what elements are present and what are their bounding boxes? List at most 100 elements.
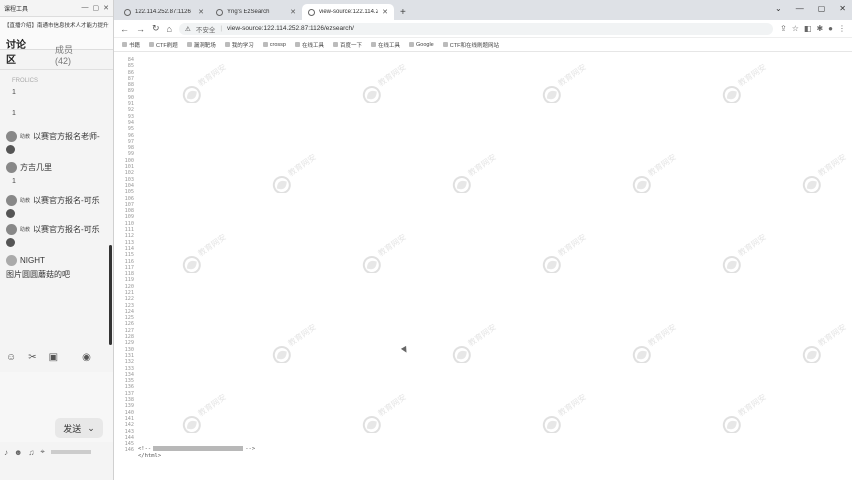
watermark-text: 教育网安: [556, 63, 588, 88]
close-tab-icon[interactable]: ✕: [290, 8, 296, 16]
watermark-text: 教育网安: [736, 63, 768, 88]
folder-icon: [186, 42, 192, 47]
avatar[interactable]: [6, 195, 17, 206]
mic-icon[interactable]: ♪: [4, 448, 8, 457]
url-text: view-source:122.114.252.87:1126/ezsearch…: [227, 25, 354, 32]
watermark-text: 教育网安: [376, 233, 408, 258]
location-icon[interactable]: ⌖: [40, 447, 45, 457]
extension-icons: ⇪ ☆ ◧ ✱ ● ⋮: [780, 24, 846, 33]
watermark-logo: 教育网安: [182, 233, 228, 273]
watermark-logo: 教育网安: [542, 233, 588, 273]
browser-tab-active[interactable]: view-source:122.114.252.87:11 ✕: [302, 4, 394, 20]
watermark-text: 教育网安: [466, 153, 498, 178]
browser-tab[interactable]: Yng's EzSearch ✕: [210, 4, 302, 20]
url-separator: |: [220, 25, 223, 32]
comment-close: -->: [245, 446, 256, 452]
watermark-logo: 教育网安: [362, 63, 408, 103]
bookmark-item[interactable]: 在线工具: [294, 41, 324, 49]
bookmark-label: CTF和在线刷题网站: [449, 42, 499, 49]
watermark-text: 教育网安: [286, 153, 318, 178]
message-user: 助教 以赛官方报名老师-: [6, 131, 107, 142]
address-bar: ← → ↻ ⌂ ⚠ 不安全 | view-source:122.114.252.…: [114, 20, 852, 38]
music-icon[interactable]: ♫: [28, 448, 34, 457]
message-user: 助教 以赛官方报名-可乐: [6, 224, 107, 235]
avatar[interactable]: [6, 255, 17, 266]
avatar[interactable]: [6, 162, 17, 173]
bookmark-label: 漏洞靶场: [193, 42, 216, 49]
view-source-content[interactable]: 84 85 86 87 88 89 90 91 92 93 94 95 96 97 98 99 100 101 10…: [114, 53, 852, 480]
message-text: 1: [12, 89, 16, 96]
tab-search-icon[interactable]: ⌄: [775, 4, 782, 13]
watermark-text: 教育网安: [196, 233, 228, 258]
image-icon[interactable]: ▣: [49, 352, 58, 363]
back-icon[interactable]: ←: [120, 24, 129, 34]
bookmark-item[interactable]: crossp: [262, 41, 286, 48]
bookmark-item[interactable]: Google: [409, 42, 434, 48]
chat-window-controls: — ▢ ✕: [82, 4, 110, 12]
tab-members[interactable]: 成员(42): [55, 43, 81, 69]
bookmark-item[interactable]: 书籍: [122, 41, 140, 49]
watermark-text: 教育网安: [816, 323, 848, 348]
browser-tab[interactable]: 122.114.252.87:1126 ✕: [118, 4, 210, 20]
maximize-icon[interactable]: ▢: [93, 4, 100, 12]
tab-discussion[interactable]: 讨论区: [6, 36, 29, 69]
bookmark-item[interactable]: CTF和在线刷题网站: [442, 41, 499, 49]
forward-icon[interactable]: →: [136, 24, 145, 34]
maximize-icon[interactable]: ▢: [818, 4, 826, 13]
bookmark-item[interactable]: 漏洞靶场: [186, 41, 216, 49]
progress-bar: [50, 450, 91, 454]
bookmark-item[interactable]: 在线工具: [370, 41, 400, 49]
partial-username: FROLICS: [12, 78, 39, 84]
bookmark-label: 在线工具: [377, 42, 400, 49]
bookmark-label: crossp: [269, 41, 286, 48]
bookmark-item[interactable]: CTF刷题: [149, 41, 178, 49]
chat-toolbar: ☺ ✂ ▣ ◉: [6, 352, 91, 363]
user-icon[interactable]: ☻: [14, 448, 22, 457]
close-icon[interactable]: ✕: [839, 4, 846, 13]
puzzle-icon[interactable]: ✱: [816, 24, 823, 33]
url-host: 122.114.252.87: [263, 25, 309, 32]
globe-icon: [124, 8, 131, 16]
share-icon[interactable]: ⇪: [780, 24, 787, 33]
menu-icon[interactable]: ⋮: [838, 24, 846, 33]
send-button[interactable]: 发送 ⌄: [55, 418, 103, 438]
minimize-icon[interactable]: —: [82, 4, 89, 12]
chat-window-title: 课程工具: [4, 6, 29, 13]
extension-icon[interactable]: ◧: [804, 24, 812, 33]
watermark-text: 教育网安: [376, 393, 408, 418]
close-tab-icon[interactable]: ✕: [198, 8, 204, 16]
code-comment-line[interactable]: <!-- -->: [138, 446, 255, 452]
bookmark-label: Google: [416, 41, 434, 48]
bookmark-item[interactable]: 我的学习: [224, 41, 254, 49]
window-controls: ⌄ — ▢ ✕: [775, 4, 846, 13]
url-prefix: view-source:: [227, 25, 264, 32]
reload-icon[interactable]: ↻: [152, 23, 160, 34]
code-html-close-line[interactable]: </html>: [138, 453, 161, 459]
new-tab-button[interactable]: +: [394, 4, 412, 20]
profile-icon[interactable]: ●: [828, 24, 833, 33]
sticker-icon: [6, 145, 15, 154]
bookmark-item[interactable]: 百度一下: [332, 41, 362, 49]
close-icon[interactable]: ✕: [103, 4, 109, 12]
watermark-text: 教育网安: [196, 63, 228, 88]
avatar[interactable]: [6, 224, 17, 235]
minimize-icon[interactable]: —: [796, 4, 804, 13]
home-icon[interactable]: ⌂: [167, 24, 172, 34]
avatar[interactable]: [6, 131, 17, 142]
watermark-logo: 教育网安: [272, 323, 318, 363]
watermark-text: 教育网安: [736, 393, 768, 418]
tab-title: Yng's EzSearch: [227, 9, 270, 15]
banner-note[interactable]: 【直播介绍】南通市信息技术人才能力提升活动...: [4, 21, 109, 29]
star-icon[interactable]: ☆: [792, 24, 799, 33]
watermark-logo: 教育网安: [542, 393, 588, 433]
warning-icon[interactable]: ⚠: [185, 25, 191, 33]
url-input[interactable]: ⚠ 不安全 | view-source:122.114.252.87:1126/…: [178, 22, 774, 35]
chat-scrollbar[interactable]: [109, 245, 112, 345]
chevron-down-icon[interactable]: ⌄: [87, 423, 95, 434]
emoji-icon[interactable]: ☺: [6, 352, 16, 363]
close-tab-icon[interactable]: ✕: [382, 8, 388, 16]
watermark-text: 教育网安: [646, 323, 678, 348]
scissors-icon[interactable]: ✂: [28, 352, 36, 363]
record-icon[interactable]: ◉: [82, 352, 91, 363]
folder-icon: [262, 42, 268, 47]
